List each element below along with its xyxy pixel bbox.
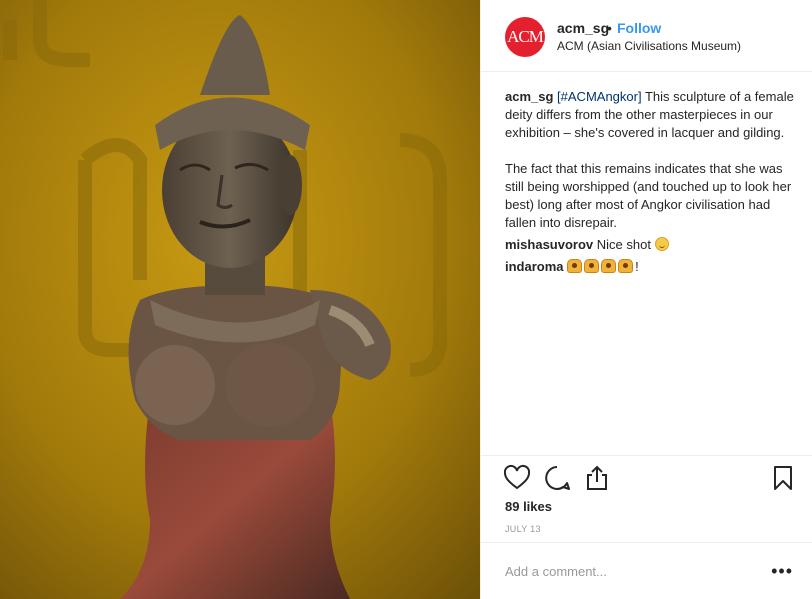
username-link[interactable]: acm_sg xyxy=(557,20,609,36)
comment-username[interactable]: indaroma xyxy=(505,259,564,274)
post-date[interactable]: JULY 13 xyxy=(505,524,541,534)
avatar[interactable]: ACM xyxy=(505,17,545,57)
instagram-post: ACM acm_sg • Follow ACM (Asian Civilisat… xyxy=(0,0,812,599)
comment-list: acm_sg [#ACMAngkor] This sculpture of a … xyxy=(505,88,795,276)
comment-item: indaroma ! xyxy=(505,258,795,276)
hashtag-link[interactable]: [#ACMAngkor] xyxy=(557,89,642,104)
post-sidebar: ACM acm_sg • Follow ACM (Asian Civilisat… xyxy=(480,0,812,599)
comment-icon[interactable] xyxy=(543,464,571,492)
sculpture-image xyxy=(0,0,480,599)
action-bar xyxy=(481,455,812,500)
caption-username[interactable]: acm_sg xyxy=(505,89,553,104)
comment-text: Nice shot xyxy=(596,237,651,252)
separator-dot: • xyxy=(607,20,612,36)
caption: acm_sg [#ACMAngkor] This sculpture of a … xyxy=(505,88,795,142)
raising-hands-emoji-icon xyxy=(567,259,583,273)
smiling-face-emoji-icon xyxy=(654,237,669,251)
comment-text: ! xyxy=(635,259,639,274)
comment-item: mishasuvorov Nice shot xyxy=(505,236,795,254)
post-header: ACM acm_sg • Follow ACM (Asian Civilisat… xyxy=(481,0,812,72)
add-comment-bar: Add a comment... ••• xyxy=(481,542,812,599)
raising-hands-emoji-icon xyxy=(601,259,617,273)
raising-hands-emoji-icon xyxy=(618,259,634,273)
heart-icon[interactable] xyxy=(503,464,531,492)
post-photo[interactable] xyxy=(0,0,480,599)
follow-button[interactable]: Follow xyxy=(617,20,661,36)
comment-username[interactable]: mishasuvorov xyxy=(505,237,593,252)
raising-hands-emoji-icon xyxy=(584,259,600,273)
location-link[interactable]: ACM (Asian Civilisations Museum) xyxy=(557,39,741,53)
share-icon[interactable] xyxy=(583,464,611,492)
bookmark-icon[interactable] xyxy=(769,464,797,492)
caption-text-2: The fact that this remains indicates tha… xyxy=(505,161,792,230)
more-options-icon[interactable]: ••• xyxy=(771,561,793,582)
likes-count[interactable]: 89 likes xyxy=(505,499,552,514)
add-comment-input[interactable]: Add a comment... xyxy=(505,564,607,579)
caption-paragraph-2: The fact that this remains indicates tha… xyxy=(505,160,795,232)
